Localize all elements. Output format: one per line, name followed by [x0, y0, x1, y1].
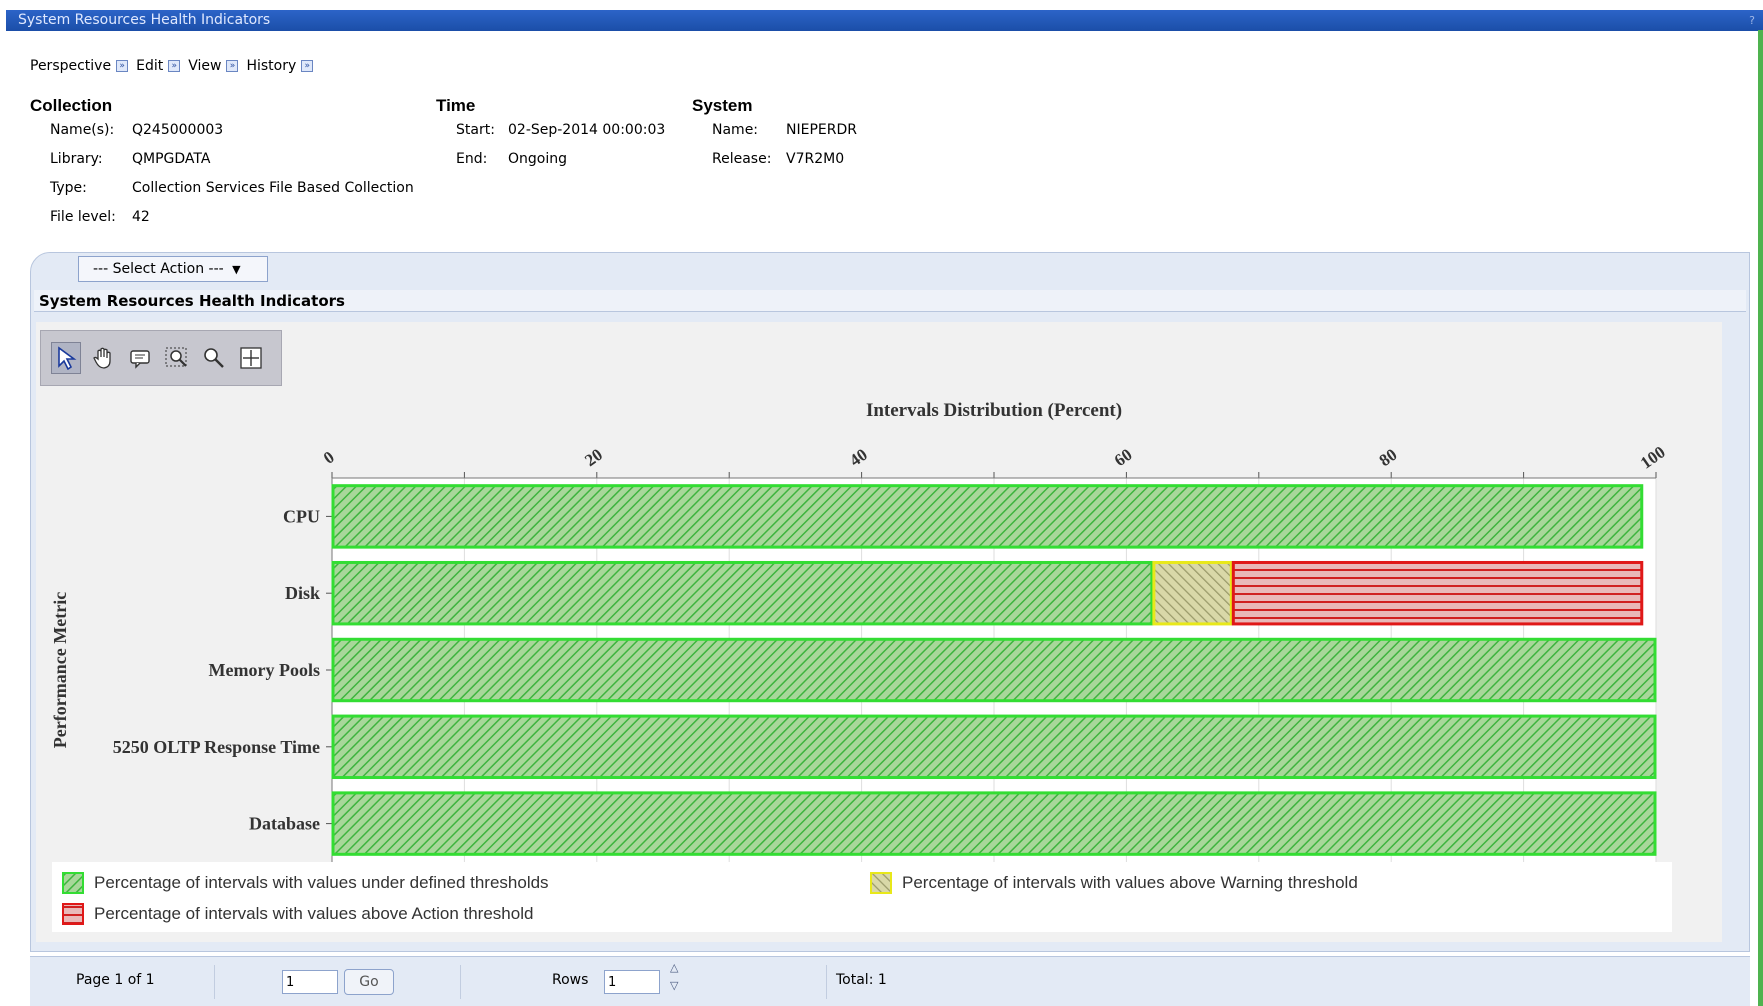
go-button[interactable]: Go: [344, 969, 394, 995]
bar-5250-oltp-response-time-series-0: [331, 714, 1657, 780]
x-tick-label: 60: [1111, 445, 1136, 470]
x-tick-label: 100: [1637, 442, 1669, 472]
x-tick-label: 80: [1376, 445, 1401, 470]
x-tick-label: 0: [320, 447, 338, 467]
bar-chart: 0 20 40 60 80 100 Intervals Distribution (Perc…: [50, 400, 1669, 862]
total-count: Total: 1: [836, 972, 887, 988]
legend-label-under: Percentage of intervals with values unde…: [94, 873, 549, 892]
x-tick-label: 40: [846, 445, 871, 470]
divider: [460, 965, 461, 999]
rows-input[interactable]: [604, 970, 660, 994]
chart-legend: Percentage of intervals with values unde…: [52, 862, 1672, 932]
bar-disk-series-2: [1231, 560, 1644, 626]
bar-disk-series-1: [1152, 560, 1233, 626]
legend-label-warning: Percentage of intervals with values abov…: [902, 873, 1358, 892]
bar-memory-pools-series-0: [331, 637, 1657, 703]
legend-swatch-red: [62, 903, 84, 925]
divider: [826, 965, 827, 999]
bar-database-series-0: [331, 791, 1657, 856]
y-axis-label: Performance Metric: [50, 592, 70, 748]
legend-item-warning: Percentage of intervals with values abov…: [870, 872, 1358, 894]
chart-title: Intervals Distribution (Percent): [866, 400, 1122, 421]
x-tick-label: 20: [581, 445, 606, 470]
legend-swatch-yellow: [870, 872, 892, 894]
legend-label-action: Percentage of intervals with values abov…: [94, 904, 534, 923]
page-number-input[interactable]: [282, 970, 338, 994]
rows-label: Rows: [552, 972, 589, 988]
legend-item-under: Percentage of intervals with values unde…: [62, 872, 549, 894]
spinner-down-icon[interactable]: ▽: [670, 979, 678, 992]
y-tick-label: CPU: [283, 506, 320, 526]
legend-item-action: Percentage of intervals with values abov…: [62, 903, 533, 925]
page-indicator: Page 1 of 1: [76, 972, 155, 988]
pagination-bar: Page 1 of 1 Go Rows △ ▽ Total: 1: [30, 956, 1750, 1006]
legend-swatch-green: [62, 872, 84, 894]
y-tick-label: 5250 OLTP Response Time: [113, 737, 320, 757]
spinner-up-icon[interactable]: △: [670, 961, 678, 974]
y-tick-label: Disk: [285, 583, 320, 603]
y-tick-label: Memory Pools: [209, 660, 320, 680]
bar-cpu-series-0: [331, 484, 1644, 549]
y-tick-label: Database: [249, 814, 320, 834]
bar-disk-series-0: [331, 560, 1154, 626]
divider: [214, 965, 215, 999]
